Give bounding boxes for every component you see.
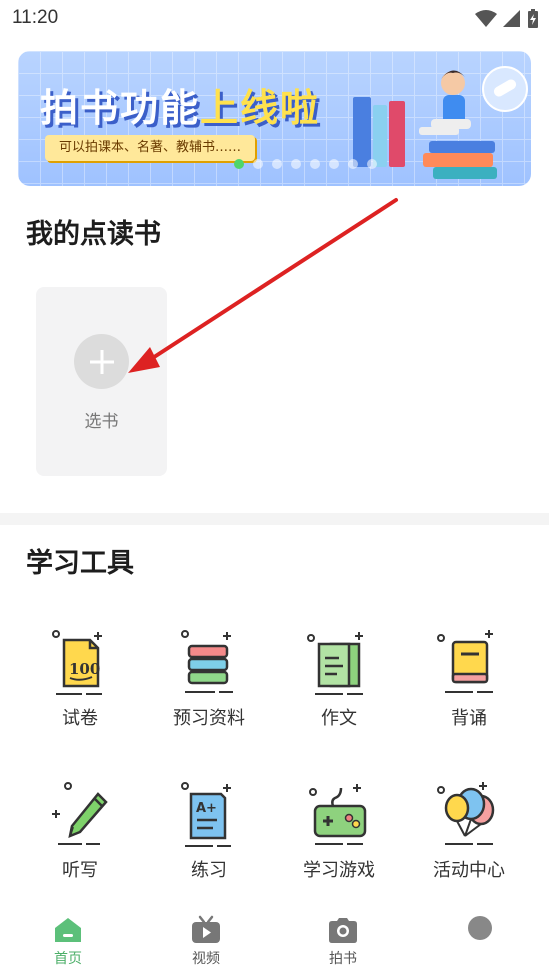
tool-activity-center[interactable]: 活动中心 [409, 780, 529, 890]
banner-title-main: 拍书功能 [40, 86, 201, 130]
tool-label: 试卷 [62, 708, 98, 729]
battery-icon [528, 9, 538, 28]
banner-dot[interactable] [329, 159, 339, 169]
promo-banner[interactable]: 拍书功能上线啦 可以拍课本、名著、教辅书…… [18, 51, 531, 186]
profile-icon [468, 916, 492, 940]
nav-video-label: 视频 [192, 951, 220, 967]
banner-subtitle: 可以拍课本、名著、教辅书…… [45, 135, 256, 161]
nav-home-label: 首页 [54, 951, 82, 967]
banner-dot[interactable] [291, 159, 301, 169]
composition-icon [307, 632, 363, 695]
add-book-label: 选书 [84, 412, 119, 432]
bottom-nav: 首页 视频 拍书 [0, 906, 549, 976]
home-icon [55, 918, 81, 942]
tool-label: 预习资料 [173, 708, 245, 729]
add-book-card[interactable]: 选书 [36, 287, 167, 476]
tool-dictation[interactable]: 听写 [20, 780, 140, 890]
status-time: 11:20 [12, 7, 59, 28]
tool-preview-materials[interactable]: 预习资料 [149, 628, 269, 738]
banner-dot[interactable] [310, 159, 320, 169]
recite-book-icon [437, 630, 493, 693]
tool-composition[interactable]: 作文 [279, 628, 399, 738]
tool-label: 活动中心 [433, 860, 505, 881]
video-icon [192, 915, 220, 943]
tools-title: 学习工具 [26, 548, 134, 579]
banner-pagination [234, 159, 377, 169]
wifi-icon [475, 10, 497, 27]
nav-photo-book-label: 拍书 [329, 951, 357, 967]
tool-label: 听写 [62, 860, 98, 881]
banner-dot[interactable] [253, 159, 263, 169]
balloons-icon [437, 782, 495, 845]
test-paper-icon: 100 [52, 630, 102, 695]
banner-dot[interactable] [234, 159, 244, 169]
practice-sheet-icon: A+ [181, 782, 231, 847]
book-stack-icon [181, 630, 233, 693]
tool-label: 作文 [321, 708, 357, 729]
tool-learning-game[interactable]: 学习游戏 [279, 780, 399, 890]
tool-test-paper[interactable]: 100 试卷 [20, 628, 140, 738]
banner-dot[interactable] [348, 159, 358, 169]
banner-title-highlight: 上线啦 [200, 86, 321, 130]
banner-title: 拍书功能上线啦 [40, 77, 320, 132]
signal-icon [503, 10, 520, 27]
pencil-icon [52, 782, 108, 845]
tool-label: 学习游戏 [303, 860, 375, 881]
section-divider [0, 513, 549, 525]
nav-home[interactable]: 首页 [28, 914, 108, 968]
svg-text:A+: A+ [196, 801, 217, 816]
nav-photo-book[interactable]: 拍书 [303, 914, 383, 968]
tool-label: 练习 [191, 860, 227, 881]
tool-label: 背诵 [451, 708, 487, 729]
banner-dot[interactable] [367, 159, 377, 169]
status-icons [475, 8, 539, 30]
camera-icon [329, 918, 357, 943]
tool-practice[interactable]: A+ 练习 [149, 780, 269, 890]
my-books-title: 我的点读书 [26, 219, 161, 250]
nav-video[interactable]: 视频 [166, 914, 246, 968]
game-controller-icon [309, 784, 367, 845]
svg-text:100: 100 [69, 660, 100, 678]
plus-icon [74, 334, 129, 389]
status-bar: 11:20 [0, 0, 549, 38]
banner-dot[interactable] [272, 159, 282, 169]
tool-recite[interactable]: 背诵 [409, 628, 529, 738]
nav-profile[interactable] [440, 914, 520, 948]
